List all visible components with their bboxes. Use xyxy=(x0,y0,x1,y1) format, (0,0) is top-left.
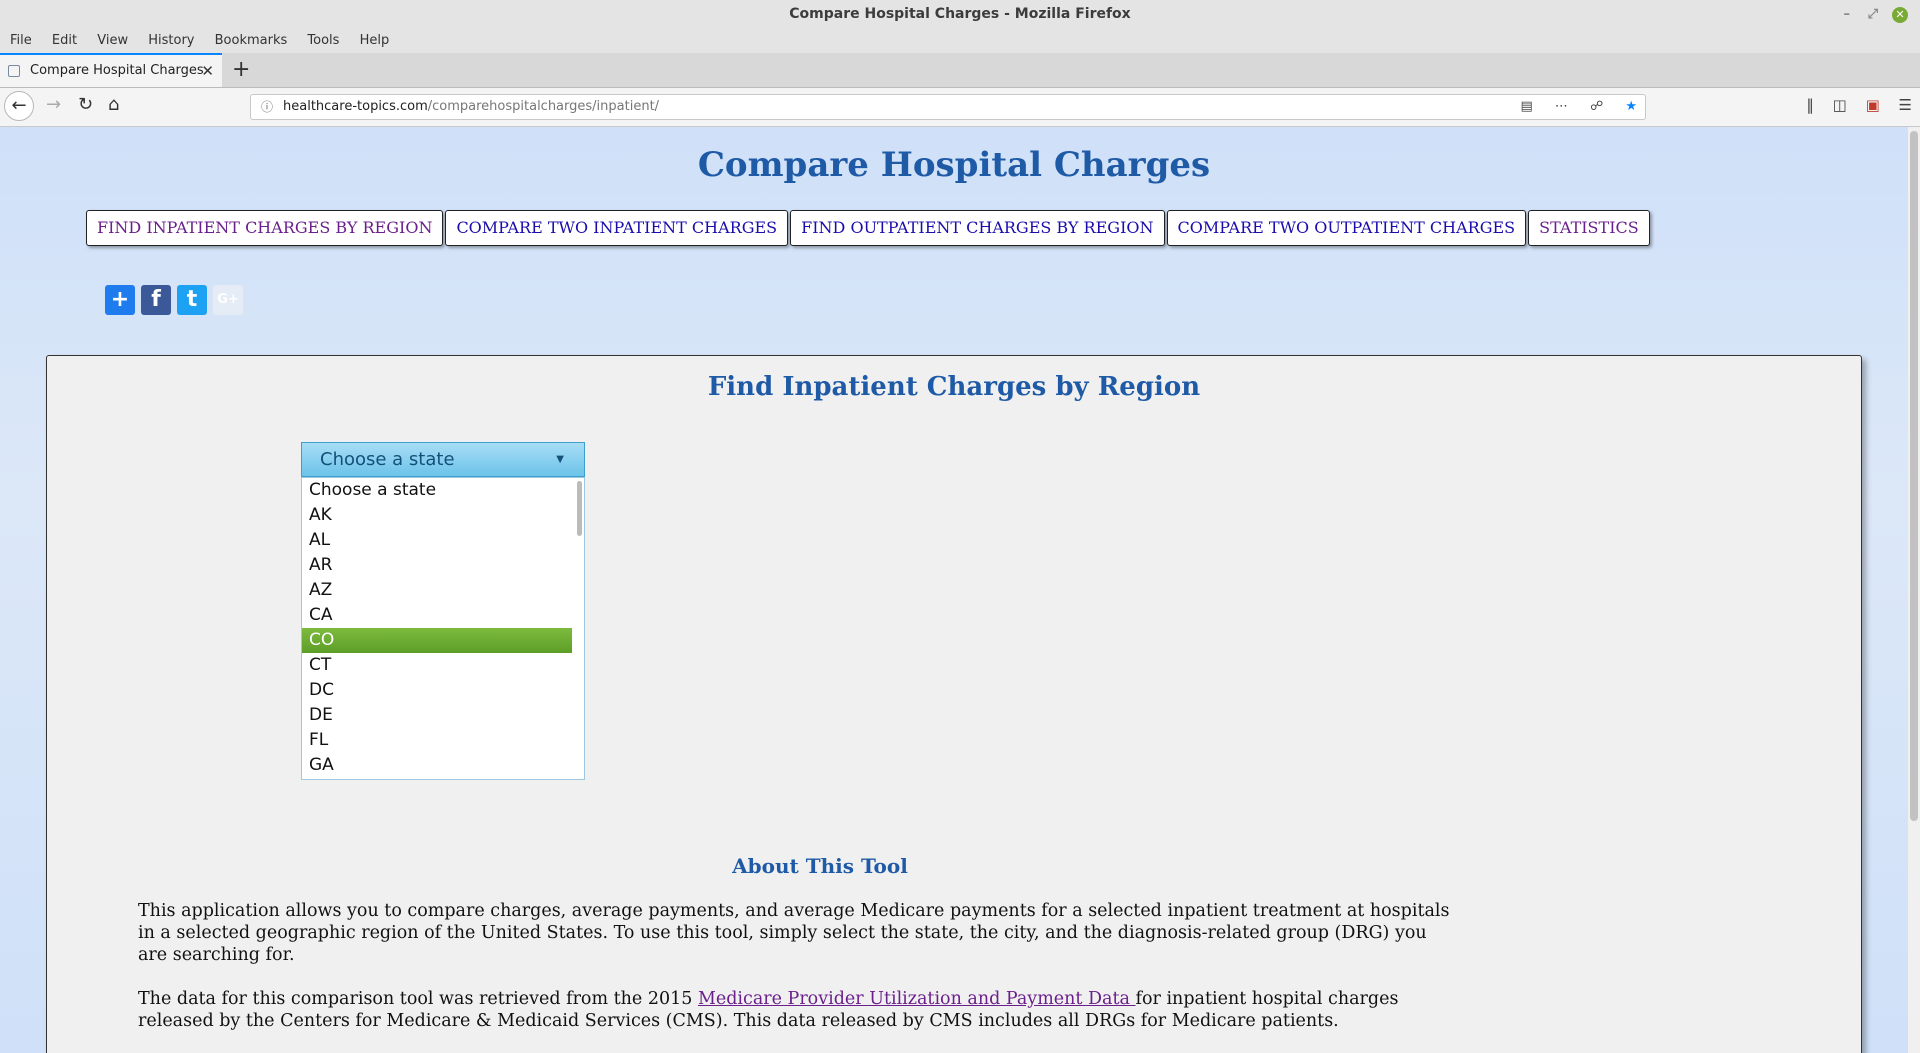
state-dropdown-list[interactable]: Choose a state AK AL AR AZ CA CO CT DC D… xyxy=(301,477,585,780)
forward-button[interactable]: → xyxy=(46,94,61,115)
about-text: This application allows you to compare c… xyxy=(138,900,1458,1053)
main-nav: FIND INPATIENT CHARGES BY REGION COMPARE… xyxy=(86,210,1650,246)
about-paragraph-2: The data for this comparison tool was re… xyxy=(138,988,1458,1032)
nav-find-inpatient-by-region[interactable]: FIND INPATIENT CHARGES BY REGION xyxy=(86,210,444,246)
state-option[interactable]: AR xyxy=(302,553,572,578)
page-scrollbar[interactable] xyxy=(1908,127,1920,1053)
panel-title: Find Inpatient Charges by Region xyxy=(707,372,1201,402)
window-titlebar: Compare Hospital Charges - Mozilla Firef… xyxy=(0,0,1920,29)
site-title: Compare Hospital Charges xyxy=(697,145,1211,185)
tab-bar: Compare Hospital Charges ✕ + xyxy=(0,53,1920,88)
navigation-toolbar: ← → ↻ ⌂ ⓘ healthcare-topics.com/compareh… xyxy=(0,88,1920,127)
url-path: /comparehospitalcharges/inpatient/ xyxy=(427,99,660,114)
maximize-icon[interactable]: ⤢ xyxy=(1868,0,1878,29)
page-scrollbar-thumb[interactable] xyxy=(1910,131,1918,821)
toolbar-icons: ‖ ◫ ▣ ☰ xyxy=(1792,96,1912,114)
page-actions-icon[interactable]: ⋯ xyxy=(1555,99,1568,114)
new-tab-button[interactable]: + xyxy=(232,57,250,82)
about-paragraph-1: This application allows you to compare c… xyxy=(138,901,1450,965)
social-share-bar: + f t G+ xyxy=(105,285,243,315)
url-host: healthcare-topics.com xyxy=(283,99,428,114)
site-info-icon[interactable]: ⓘ xyxy=(261,95,273,119)
chevron-down-icon: ▼ xyxy=(556,454,564,465)
tab-label: Compare Hospital Charges xyxy=(30,63,204,78)
tab-compare-hospital-charges[interactable]: Compare Hospital Charges ✕ xyxy=(0,53,222,87)
minimize-icon[interactable]: – xyxy=(1844,0,1851,29)
menu-help[interactable]: Help xyxy=(360,33,390,48)
about-title: About This Tool xyxy=(732,854,908,878)
window-title: Compare Hospital Charges - Mozilla Firef… xyxy=(789,6,1131,22)
menu-bar: File Edit View History Bookmarks Tools H… xyxy=(0,29,1920,53)
state-option[interactable]: AZ xyxy=(302,578,572,603)
nav-compare-two-inpatient[interactable]: COMPARE TWO INPATIENT CHARGES xyxy=(445,210,789,246)
state-option[interactable]: AK xyxy=(302,503,572,528)
share-add-icon[interactable]: + xyxy=(105,285,135,315)
nav-statistics[interactable]: STATISTICS xyxy=(1528,210,1650,246)
state-option[interactable]: AL xyxy=(302,528,572,553)
state-option[interactable]: GA xyxy=(302,753,572,778)
twitter-icon[interactable]: t xyxy=(177,285,207,315)
state-option[interactable]: DE xyxy=(302,703,572,728)
page-viewport: Compare Hospital Charges FIND INPATIENT … xyxy=(0,127,1908,1053)
reload-button[interactable]: ↻ xyxy=(78,94,93,115)
back-button[interactable]: ← xyxy=(4,91,34,121)
state-option-highlighted[interactable]: CO xyxy=(302,628,572,653)
sidebar-icon[interactable]: ◫ xyxy=(1833,96,1847,114)
home-button[interactable]: ⌂ xyxy=(108,94,119,115)
state-option[interactable]: FL xyxy=(302,728,572,753)
page-favicon-icon xyxy=(8,65,20,77)
hamburger-menu-icon[interactable]: ☰ xyxy=(1899,96,1912,114)
menu-bookmarks[interactable]: Bookmarks xyxy=(215,33,288,48)
menu-history[interactable]: History xyxy=(148,33,194,48)
library-icon[interactable]: ‖ xyxy=(1806,96,1814,114)
state-option[interactable]: DC xyxy=(302,678,572,703)
menu-file[interactable]: File xyxy=(10,33,32,48)
state-select[interactable]: Choose a state ▼ xyxy=(301,442,585,477)
address-bar[interactable]: ⓘ healthcare-topics.com/comparehospitalc… xyxy=(250,94,1646,120)
google-plus-icon[interactable]: G+ xyxy=(213,285,243,315)
menu-tools[interactable]: Tools xyxy=(307,33,339,48)
state-option[interactable]: CA xyxy=(302,603,572,628)
menu-edit[interactable]: Edit xyxy=(52,33,77,48)
dropdown-scrollbar[interactable] xyxy=(577,481,582,536)
url-text: healthcare-topics.com/comparehospitalcha… xyxy=(283,95,659,119)
facebook-icon[interactable]: f xyxy=(141,285,171,315)
medicare-data-link[interactable]: Medicare Provider Utilization and Paymen… xyxy=(698,989,1136,1009)
close-window-icon[interactable]: ✕ xyxy=(1892,7,1908,23)
extension-icon[interactable]: ▣ xyxy=(1866,96,1880,114)
reader-view-icon[interactable]: ▤ xyxy=(1520,99,1532,114)
nav-compare-two-outpatient[interactable]: COMPARE TWO OUTPATIENT CHARGES xyxy=(1166,210,1527,246)
about-p2-before: The data for this comparison tool was re… xyxy=(138,989,698,1009)
state-select-value: Choose a state xyxy=(320,449,455,470)
state-option[interactable]: Choose a state xyxy=(302,478,572,503)
bookmark-star-icon[interactable]: ★ xyxy=(1625,99,1637,114)
url-actions: ▤ ⋯ ☍ ★ xyxy=(1502,95,1637,119)
tab-close-icon[interactable]: ✕ xyxy=(201,55,214,87)
state-option[interactable]: CT xyxy=(302,653,572,678)
content-panel: Find Inpatient Charges by Region Choose … xyxy=(46,355,1862,1053)
menu-view[interactable]: View xyxy=(97,33,128,48)
nav-find-outpatient-by-region[interactable]: FIND OUTPATIENT CHARGES BY REGION xyxy=(790,210,1165,246)
pocket-icon[interactable]: ☍ xyxy=(1590,99,1603,114)
